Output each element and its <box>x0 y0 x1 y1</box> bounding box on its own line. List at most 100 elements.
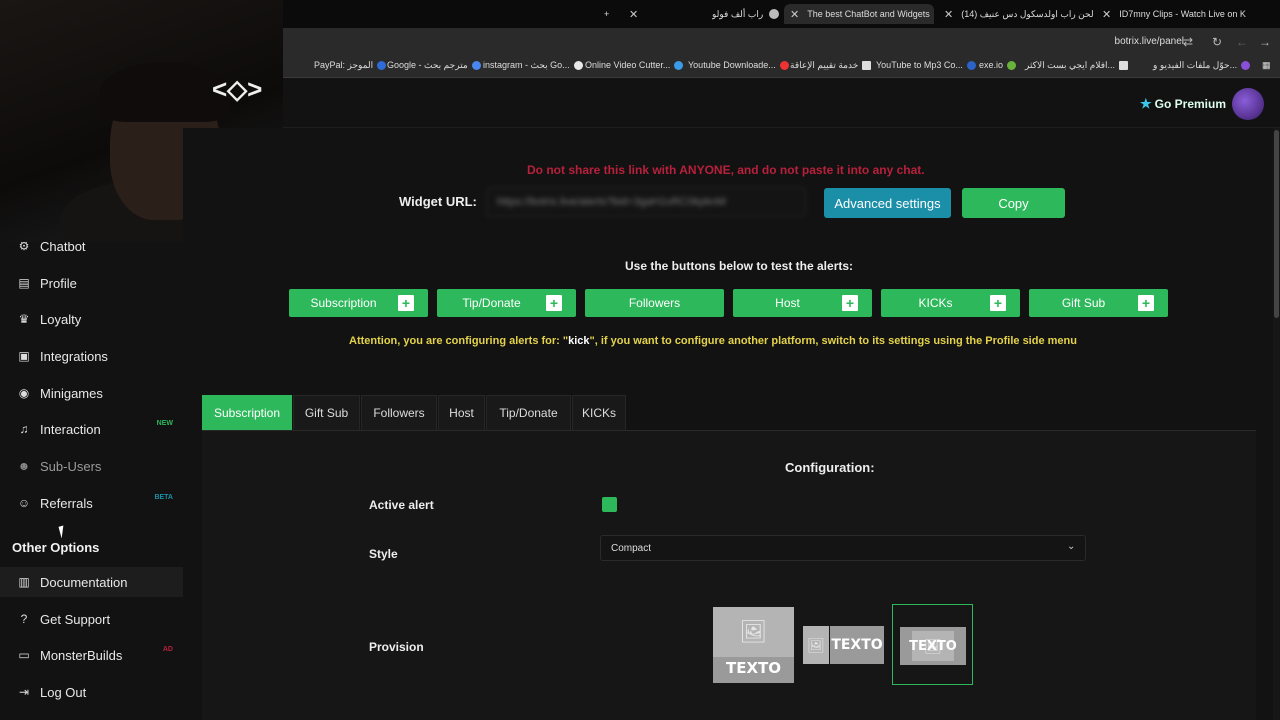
profile-icon: ▤ <box>18 276 30 290</box>
tab-subscription[interactable]: Subscription <box>202 395 292 430</box>
gamepad-icon: ◉ <box>18 386 30 400</box>
image-icon: 🖼 <box>803 626 829 664</box>
provision-option-overlay-selected[interactable]: 🖼 TEXTO <box>892 604 973 685</box>
sidebar-item-interaction[interactable]: ♫ Interaction NEW <box>0 414 183 444</box>
sidebar-item-get-support[interactable]: ? Get Support <box>0 604 183 634</box>
close-icon[interactable]: ✕ <box>1102 8 1111 21</box>
bookmark-item[interactable]: حوّل ملفات الفيديو و... <box>1153 60 1251 71</box>
logout-icon: ⇥ <box>18 685 30 699</box>
widget-url-label: Widget URL: <box>399 194 477 209</box>
music-icon: ♫ <box>19 422 29 436</box>
browser-tab[interactable]: ✕ (14) لحن راب اولدسكول دس عنيف <box>944 4 1094 24</box>
plus-icon: + <box>398 295 414 311</box>
test-tip-donate-button[interactable]: Tip/Donate + <box>437 289 576 317</box>
bookmark-item[interactable]: Google - مترجم بحث <box>387 60 481 71</box>
page-icon <box>1119 61 1129 70</box>
google-icon <box>471 61 481 70</box>
back-icon[interactable]: ← <box>1236 35 1248 49</box>
tab-kicks[interactable]: KICKs <box>572 395 626 430</box>
star-icon: ★ <box>1140 96 1152 111</box>
widget-url-field[interactable]: https://botrix.live/alerts?bid=3gaH1vRC0… <box>486 187 806 217</box>
paypal-icon <box>377 61 387 70</box>
tab-host[interactable]: Host <box>438 395 485 430</box>
converter-icon <box>966 60 976 70</box>
new-tab-button[interactable]: + <box>604 4 609 24</box>
active-alert-label: Active alert <box>369 498 434 512</box>
page-icon <box>862 61 872 70</box>
sidebar-item-minigames[interactable]: ◉ Minigames <box>0 378 183 408</box>
provision-option-side[interactable]: 🖼 TEXTO <box>803 626 884 664</box>
browser-tab[interactable]: ✕ ID7mny Clips - Watch Live on K <box>1102 4 1252 24</box>
tab-followers[interactable]: Followers <box>361 395 437 430</box>
style-select[interactable]: Compact <box>600 535 1086 561</box>
sidebar-item-integrations[interactable]: ▣ Integrations <box>0 341 183 371</box>
chevron-down-icon: ⌄ <box>1067 541 1076 552</box>
converter-icon <box>1241 61 1251 70</box>
close-icon[interactable]: ✕ <box>790 8 799 21</box>
tab-tip-donate[interactable]: Tip/Donate <box>486 395 571 430</box>
bookmark-item[interactable]: Youtube Downloade... <box>688 60 789 70</box>
sidebar-item-documentation[interactable]: ▥ Documentation <box>0 567 183 597</box>
go-premium-button[interactable]: ★ Go Premium <box>1140 96 1226 112</box>
provision-label: Provision <box>369 640 424 654</box>
bookmark-item[interactable]: PayPal: الموجز <box>314 60 387 71</box>
bookmark-item[interactable]: YouTube to Mp3 Co... <box>876 60 976 70</box>
downloader-icon <box>779 60 789 70</box>
tab-close-button[interactable]: ✕ <box>629 4 646 24</box>
site-settings-icon[interactable]: ⇄ <box>1183 35 1193 49</box>
bookmark-item[interactable]: افلام ايجي بست الاكثر... <box>1025 60 1129 71</box>
advanced-settings-button[interactable]: Advanced settings <box>824 188 951 218</box>
style-label: Style <box>369 547 398 561</box>
users-icon: ☻ <box>17 459 31 473</box>
configuration-title: Configuration: <box>785 460 875 475</box>
plus-icon: + <box>1138 295 1154 311</box>
image-icon: 🖼 <box>713 607 794 657</box>
provision-option-stacked[interactable]: 🖼 TEXTO <box>713 607 794 683</box>
laptop-icon: ▭ <box>18 648 30 662</box>
integrations-icon: ▣ <box>18 349 30 363</box>
sidebar-item-referrals[interactable]: ☺ Referrals BETA <box>0 488 183 518</box>
bookmark-item[interactable]: instagram - بحث Go... <box>483 60 583 71</box>
other-options-heading: Other Options <box>12 540 100 555</box>
plus-icon: + <box>546 295 562 311</box>
avatar[interactable] <box>1232 88 1264 120</box>
copy-button[interactable]: Copy <box>962 188 1065 218</box>
close-icon[interactable]: ✕ <box>944 8 953 21</box>
new-badge: NEW <box>156 420 173 427</box>
bookmark-item[interactable]: exe.io <box>979 60 1017 70</box>
test-host-button[interactable]: Host + <box>733 289 872 317</box>
tab-gift-sub[interactable]: Gift Sub <box>293 395 360 430</box>
sidebar-item-monsterbuilds[interactable]: ▭ MonsterBuilds AD <box>0 640 183 670</box>
test-kicks-button[interactable]: KICKs + <box>881 289 1020 317</box>
test-followers-button[interactable]: Followers <box>585 289 724 317</box>
ad-badge: AD <box>162 646 173 653</box>
scrollbar-thumb[interactable] <box>1274 130 1279 318</box>
plus-icon: + <box>842 295 858 311</box>
plus-icon: + <box>990 295 1006 311</box>
url-field[interactable]: botrix.live/panel <box>1115 36 1184 47</box>
globe-icon <box>769 9 780 19</box>
cutter-icon <box>674 60 684 70</box>
sidebar-item-profile[interactable]: ▤ Profile <box>0 268 183 298</box>
browser-tab[interactable]: راب ألف فولو <box>712 4 780 24</box>
user-plus-icon: ☺ <box>17 496 31 510</box>
test-alerts-label: Use the buttons below to test the alerts… <box>625 259 854 273</box>
browser-tab-active[interactable]: ✕ The best ChatBot and Widgets <box>784 4 934 24</box>
sidebar-item-sub-users[interactable]: ☻ Sub-Users <box>0 451 183 481</box>
reload-icon[interactable]: ↻ <box>1212 35 1222 49</box>
test-subscription-button[interactable]: Subscription + <box>289 289 428 317</box>
active-alert-checkbox[interactable] <box>602 497 617 512</box>
bookmark-item[interactable]: Online Video Cutter... <box>585 60 684 70</box>
bookmark-item[interactable]: خدمة تقييم الإعاقة <box>790 60 872 71</box>
forward-icon[interactable]: → <box>1259 35 1271 49</box>
sidebar-item-loyalty[interactable]: ♛ Loyalty <box>0 304 183 334</box>
streamer-logo: <◇> <box>212 74 263 104</box>
share-warning: Do not share this link with ANYONE, and … <box>527 163 925 177</box>
scroll-icon: ▥ <box>18 575 30 589</box>
platform-attention-note: Attention, you are configuring alerts fo… <box>349 335 1077 347</box>
sidebar-item-log-out[interactable]: ⇥ Log Out <box>0 677 183 707</box>
bookmarks-menu-icon[interactable]: ▦ <box>1262 60 1271 71</box>
plus-icon[interactable]: + <box>604 9 609 19</box>
test-gift-sub-button[interactable]: Gift Sub + <box>1029 289 1168 317</box>
google-icon <box>573 61 583 70</box>
